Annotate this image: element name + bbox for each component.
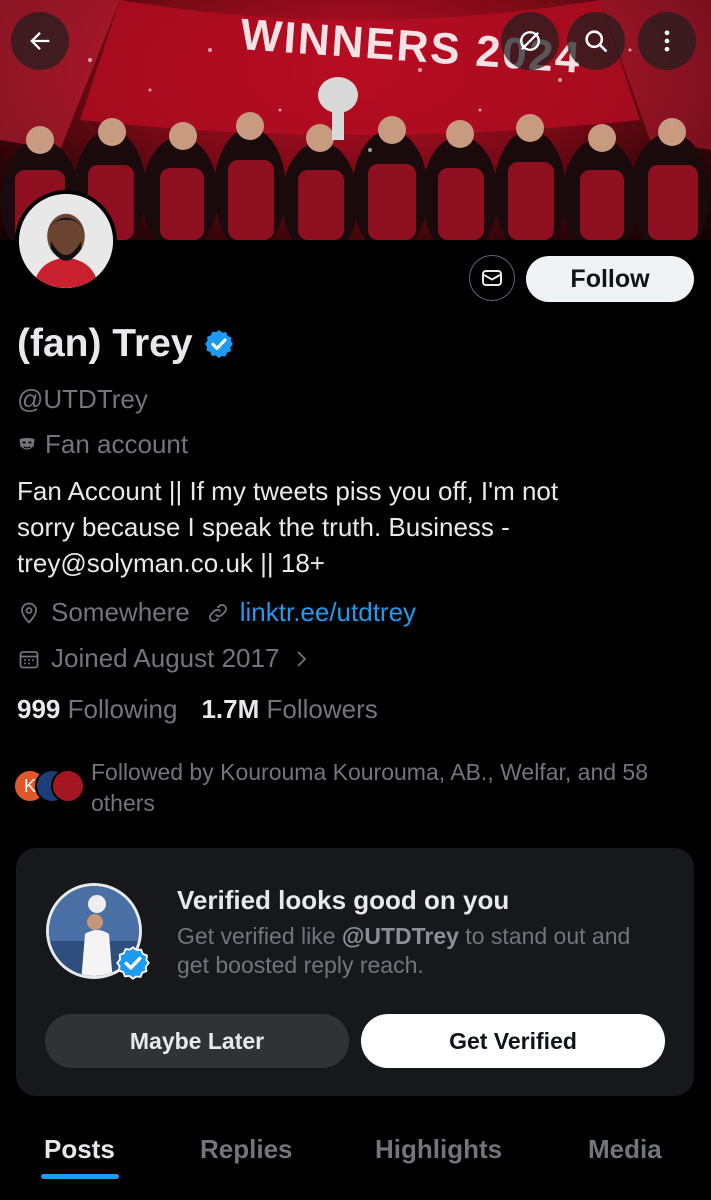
location-text: Somewhere [51, 597, 190, 627]
followed-by-avatars: K [13, 769, 85, 809]
display-name: (fan) Trey [17, 322, 193, 365]
bio-line: Fan Account || If my tweets piss you off… [17, 476, 559, 506]
arrow-left-icon [30, 32, 50, 50]
profile-tabs: Posts Replies Highlights Media [0, 1128, 711, 1200]
joined-row[interactable]: Joined August 2017 [17, 643, 313, 674]
chevron-right-icon [297, 650, 307, 667]
tab-posts[interactable]: Posts [44, 1134, 115, 1165]
search-icon [585, 30, 608, 53]
follow-stats: 999 Following 1.7M Followers [17, 694, 378, 725]
calendar-icon [19, 650, 39, 668]
parody-mask-icon [19, 437, 35, 450]
followed-by-row[interactable]: K Followed by Kourouma Kourouma, AB., We… [13, 757, 693, 819]
message-button[interactable] [469, 255, 515, 301]
account-label: Fan account [17, 429, 188, 460]
promo-title: Verified looks good on you [177, 885, 510, 915]
verified-badge-icon[interactable] [203, 328, 235, 360]
back-button[interactable] [11, 12, 69, 70]
followers-stat[interactable]: 1.7M Followers [201, 694, 377, 725]
mute-notifications-button[interactable] [501, 12, 559, 70]
account-label-text: Fan account [45, 429, 189, 459]
verified-promo-card: Verified looks good on you Get verified … [16, 848, 694, 1096]
bio-line: sorry because I speak the truth. Busines… [17, 512, 510, 542]
profile-avatar[interactable] [15, 190, 117, 292]
promo-subtitle: Get verified like @UTDTrey to stand out … [177, 923, 631, 978]
following-stat[interactable]: 999 Following [17, 694, 177, 725]
more-options-button[interactable] [638, 12, 696, 70]
location-pin-icon [21, 602, 37, 624]
profile-avatar-image [19, 194, 113, 288]
profile-link[interactable]: linktr.ee/utdtrey [240, 597, 416, 628]
tab-highlights[interactable]: Highlights [375, 1134, 502, 1165]
joined-text: Joined August 2017 [51, 643, 280, 673]
maybe-later-button[interactable]: Maybe Later [45, 1014, 349, 1068]
bio-line: trey@solyman.co.uk || 18+ [17, 548, 325, 578]
link-icon [208, 603, 227, 622]
active-tab-indicator [41, 1174, 119, 1179]
notifications-off-icon [520, 31, 540, 51]
get-verified-button[interactable]: Get Verified [361, 1014, 665, 1068]
envelope-icon [482, 270, 502, 286]
tab-replies[interactable]: Replies [200, 1134, 293, 1165]
tab-media[interactable]: Media [588, 1134, 662, 1165]
verified-badge-icon [116, 946, 150, 980]
more-vertical-icon [664, 30, 670, 52]
display-name-row: (fan) Trey [17, 322, 235, 366]
location-link-row: Somewhere linktr.ee/utdtrey [17, 597, 416, 628]
mini-avatar [51, 769, 85, 803]
handle: @UTDTrey [17, 384, 148, 414]
search-button[interactable] [567, 12, 625, 70]
follow-button[interactable]: Follow [526, 256, 694, 302]
followed-by-text: Followed by Kourouma Kourouma, AB., Welf… [91, 759, 648, 816]
bio: Fan Account || If my tweets piss you off… [17, 473, 687, 581]
